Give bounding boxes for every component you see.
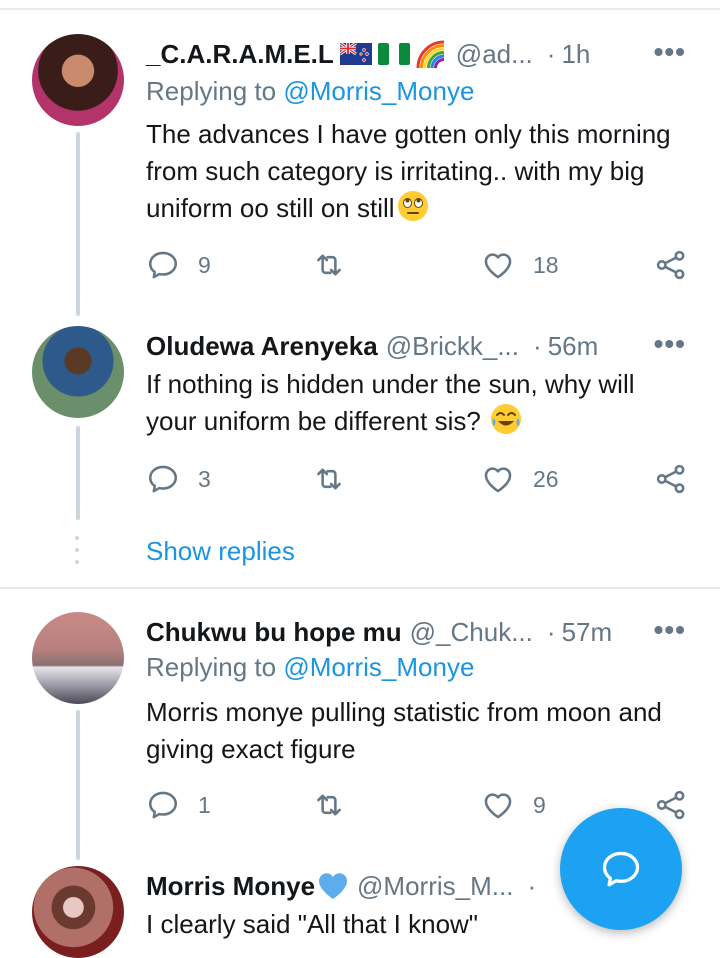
retweet-icon [312,788,346,822]
tweet-header: Oludewa Arenyeka @Brickk_... · 56m [146,326,598,366]
blue-heart-icon [319,873,348,899]
author-name[interactable]: Morris Monye [146,871,315,902]
top-divider [0,8,720,10]
compose-reply-icon [602,851,640,887]
avatar[interactable] [32,34,124,126]
share-icon [654,788,688,822]
more-icon[interactable]: ••• [654,36,686,68]
heart-icon [481,248,515,282]
new-zealand-flag-icon [339,43,372,65]
reply-button[interactable]: 3 [146,462,211,496]
author-handle[interactable]: @Morris_M... [357,871,513,902]
retweet-button[interactable] [312,462,364,496]
thread-line [76,710,80,860]
heart-icon [481,788,515,822]
retweet-button[interactable] [312,248,364,282]
share-button[interactable] [654,788,688,822]
tweet-body: Morris monye pulling statistic from moon… [146,694,686,768]
reply-button[interactable]: 1 [146,788,211,822]
like-count: 26 [533,465,559,492]
retweet-icon [312,248,346,282]
tweet-time[interactable]: 56m [548,331,599,362]
tweet-header: Chukwu bu hope mu @_Chuk... · 57m [146,612,612,652]
tweet-body: If nothing is hidden under the sun, why … [146,366,686,440]
tweet-time[interactable]: 57m [562,617,613,648]
author-handle[interactable]: @_Chuk... [410,617,533,648]
separator-dot: · [546,38,556,69]
avatar[interactable] [32,612,124,704]
tweet-body: The advances I have gotten only this mor… [146,116,686,227]
separator-dot: · [546,616,556,647]
avatar[interactable] [32,326,124,418]
avatar[interactable] [32,866,124,958]
replying-to-mention[interactable]: @Morris_Monye [283,76,474,106]
share-icon [654,462,688,496]
thread-line [76,426,80,520]
replying-to: Replying to @Morris_Monye [146,652,474,683]
nigeria-flag-icon [377,43,410,65]
more-icon[interactable]: ••• [654,328,686,360]
tweet-text: Morris monye pulling statistic from moon… [146,697,662,764]
tears-of-joy-emoji-icon [491,404,522,434]
conversation-divider [0,587,720,589]
retweet-icon [312,462,346,496]
replying-to-mention[interactable]: @Morris_Monye [283,652,474,682]
reply-icon [146,248,180,282]
reply-count: 1 [198,791,211,818]
reply-icon [146,788,180,822]
thread-ellipsis [75,536,81,572]
tweet-oludewa[interactable]: Oludewa Arenyeka @Brickk_... · 56m ••• I… [0,326,720,526]
thread-line [76,132,80,316]
share-button[interactable] [654,462,688,496]
tweet-header: Morris Monye @Morris_M... · [146,866,536,906]
replying-to: Replying to @Morris_Monye [146,76,474,107]
replying-to-label: Replying to [146,76,277,106]
tweet-text: I clearly said "All that I know" [146,909,479,939]
author-name[interactable]: _C.A.R.A.M.E.L [146,39,334,70]
reply-button[interactable]: 9 [146,248,211,282]
reply-count: 9 [198,251,211,278]
rolling-eyes-emoji-icon [397,191,428,221]
tweet-caramel[interactable]: _C.A.R.A.M.E.L @ad... · 1h ••• Replying … [0,34,720,316]
retweet-button[interactable] [312,788,364,822]
separator-dot: · [533,330,542,361]
tweet-actions: 9 18 [146,248,691,284]
like-button[interactable]: 18 [481,248,559,282]
author-handle[interactable]: @ad... [456,39,533,70]
compose-reply-button[interactable] [560,808,682,930]
reply-count: 3 [198,465,211,492]
author-name[interactable]: Chukwu bu hope mu [146,617,402,648]
rainbow-icon [416,40,444,68]
reply-icon [146,462,180,496]
tweet-text: If nothing is hidden under the sun, why … [146,369,635,436]
like-button[interactable]: 9 [481,788,546,822]
like-count: 18 [533,251,559,278]
tweet-time[interactable]: 1h [561,39,590,70]
show-replies-link[interactable]: Show replies [146,536,295,567]
share-button[interactable] [654,248,688,282]
more-icon[interactable]: ••• [654,614,686,646]
author-name[interactable]: Oludewa Arenyeka [146,331,378,362]
replying-to-label: Replying to [146,652,277,682]
share-icon [654,248,688,282]
author-handle[interactable]: @Brickk_... [386,331,519,362]
like-count: 9 [533,791,546,818]
heart-icon [481,462,515,496]
tweet-actions: 3 26 [146,462,691,498]
tweet-header: _C.A.R.A.M.E.L @ad... · 1h [146,34,590,74]
separator-dot: · [527,870,537,901]
like-button[interactable]: 26 [481,462,559,496]
